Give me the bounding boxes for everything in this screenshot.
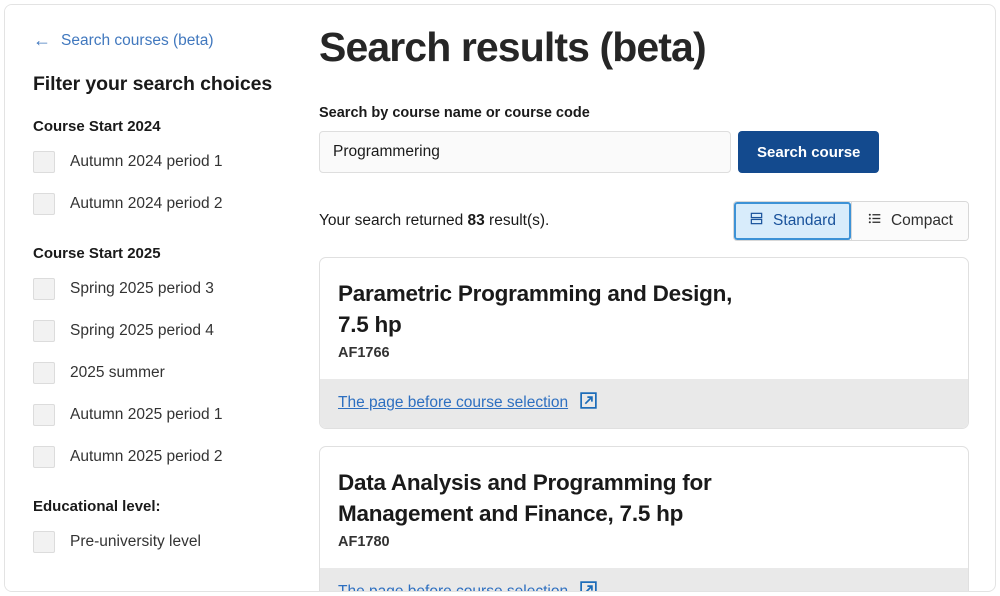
view-toggle-standard[interactable]: Standard — [734, 202, 851, 240]
arrow-left-icon: ← — [33, 31, 51, 49]
filter-heading: Filter your search choices — [33, 73, 291, 96]
course-card-footer: The page before course selection — [320, 379, 968, 428]
main-content: Search results (beta) Search by course n… — [309, 5, 995, 591]
search-input[interactable] — [319, 131, 731, 173]
filter-option-autumn-2024-period-1[interactable]: Autumn 2024 period 1 — [33, 151, 291, 173]
filter-option-label: Autumn 2025 period 1 — [70, 405, 223, 425]
filter-option-label: Pre-university level — [70, 532, 201, 552]
course-result-card: Data Analysis and Programming for Manage… — [319, 446, 969, 591]
filter-option-label: Autumn 2024 period 2 — [70, 194, 223, 214]
filter-option-label: Autumn 2024 period 1 — [70, 152, 223, 172]
filter-option-label: Spring 2025 period 4 — [70, 321, 214, 341]
filter-option-autumn-2024-period-2[interactable]: Autumn 2024 period 2 — [33, 193, 291, 215]
back-to-search-courses-link[interactable]: ← Search courses (beta) — [33, 31, 291, 51]
results-bar: Your search returned 83 result(s). Stand… — [319, 201, 969, 241]
view-toggle-compact-label: Compact — [891, 212, 953, 230]
results-count-text: Your search returned 83 result(s). — [319, 212, 549, 230]
course-card-body: Parametric Programming and Design, 7.5 h… — [320, 258, 968, 379]
course-title: Data Analysis and Programming for Manage… — [338, 467, 758, 529]
page-layout: ← Search courses (beta) Filter your sear… — [5, 5, 995, 591]
external-link-icon[interactable] — [580, 581, 597, 591]
results-count-prefix: Your search returned — [319, 212, 468, 229]
filter-group-course-start-2024: Course Start 2024 Autumn 2024 period 1 A… — [33, 118, 291, 215]
course-card-body: Data Analysis and Programming for Manage… — [320, 447, 968, 568]
search-course-button[interactable]: Search course — [738, 131, 879, 173]
checkbox-icon[interactable] — [33, 531, 55, 553]
checkbox-icon[interactable] — [33, 278, 55, 300]
search-row: Search course — [319, 131, 969, 173]
filter-group-educational-level: Educational level: Pre-university level — [33, 498, 291, 553]
checkbox-icon[interactable] — [33, 151, 55, 173]
filter-option-spring-2025-period-3[interactable]: Spring 2025 period 3 — [33, 278, 291, 300]
checkbox-icon[interactable] — [33, 193, 55, 215]
filter-sidebar: ← Search courses (beta) Filter your sear… — [5, 5, 309, 591]
external-link-icon[interactable] — [580, 392, 597, 414]
view-toggle-group: Standard — [733, 201, 969, 241]
checkbox-icon[interactable] — [33, 362, 55, 384]
course-card-footer: The page before course selection — [320, 568, 968, 591]
results-count-number: 83 — [468, 212, 485, 229]
filter-option-pre-university-level[interactable]: Pre-university level — [33, 531, 291, 553]
course-selection-page-link[interactable]: The page before course selection — [338, 583, 568, 591]
filter-option-2025-summer[interactable]: 2025 summer — [33, 362, 291, 384]
filter-group-title: Course Start 2025 — [33, 245, 291, 262]
filter-group-title: Course Start 2024 — [33, 118, 291, 135]
page-title: Search results (beta) — [319, 23, 969, 71]
course-title: Parametric Programming and Design, 7.5 h… — [338, 278, 758, 340]
filter-option-label: 2025 summer — [70, 363, 165, 383]
filter-option-label: Autumn 2025 period 2 — [70, 447, 223, 467]
stacked-rows-icon — [749, 211, 764, 231]
view-toggle-compact[interactable]: Compact — [851, 202, 968, 240]
view-toggle-standard-label: Standard — [773, 212, 836, 230]
course-code: AF1780 — [338, 534, 950, 550]
checkbox-icon[interactable] — [33, 446, 55, 468]
course-selection-page-link[interactable]: The page before course selection — [338, 394, 568, 412]
course-code: AF1766 — [338, 345, 950, 361]
back-link-label: Search courses (beta) — [61, 31, 214, 51]
checkbox-icon[interactable] — [33, 404, 55, 426]
course-result-card: Parametric Programming and Design, 7.5 h… — [319, 257, 969, 429]
page-shell: ← Search courses (beta) Filter your sear… — [4, 4, 996, 592]
list-icon — [867, 211, 882, 231]
checkbox-icon[interactable] — [33, 320, 55, 342]
filter-group-title: Educational level: — [33, 498, 291, 515]
search-field-label: Search by course name or course code — [319, 105, 969, 121]
filter-group-course-start-2025: Course Start 2025 Spring 2025 period 3 S… — [33, 245, 291, 468]
filter-option-autumn-2025-period-2[interactable]: Autumn 2025 period 2 — [33, 446, 291, 468]
filter-option-autumn-2025-period-1[interactable]: Autumn 2025 period 1 — [33, 404, 291, 426]
filter-option-spring-2025-period-4[interactable]: Spring 2025 period 4 — [33, 320, 291, 342]
filter-option-label: Spring 2025 period 3 — [70, 279, 214, 299]
results-count-suffix: result(s). — [485, 212, 550, 229]
